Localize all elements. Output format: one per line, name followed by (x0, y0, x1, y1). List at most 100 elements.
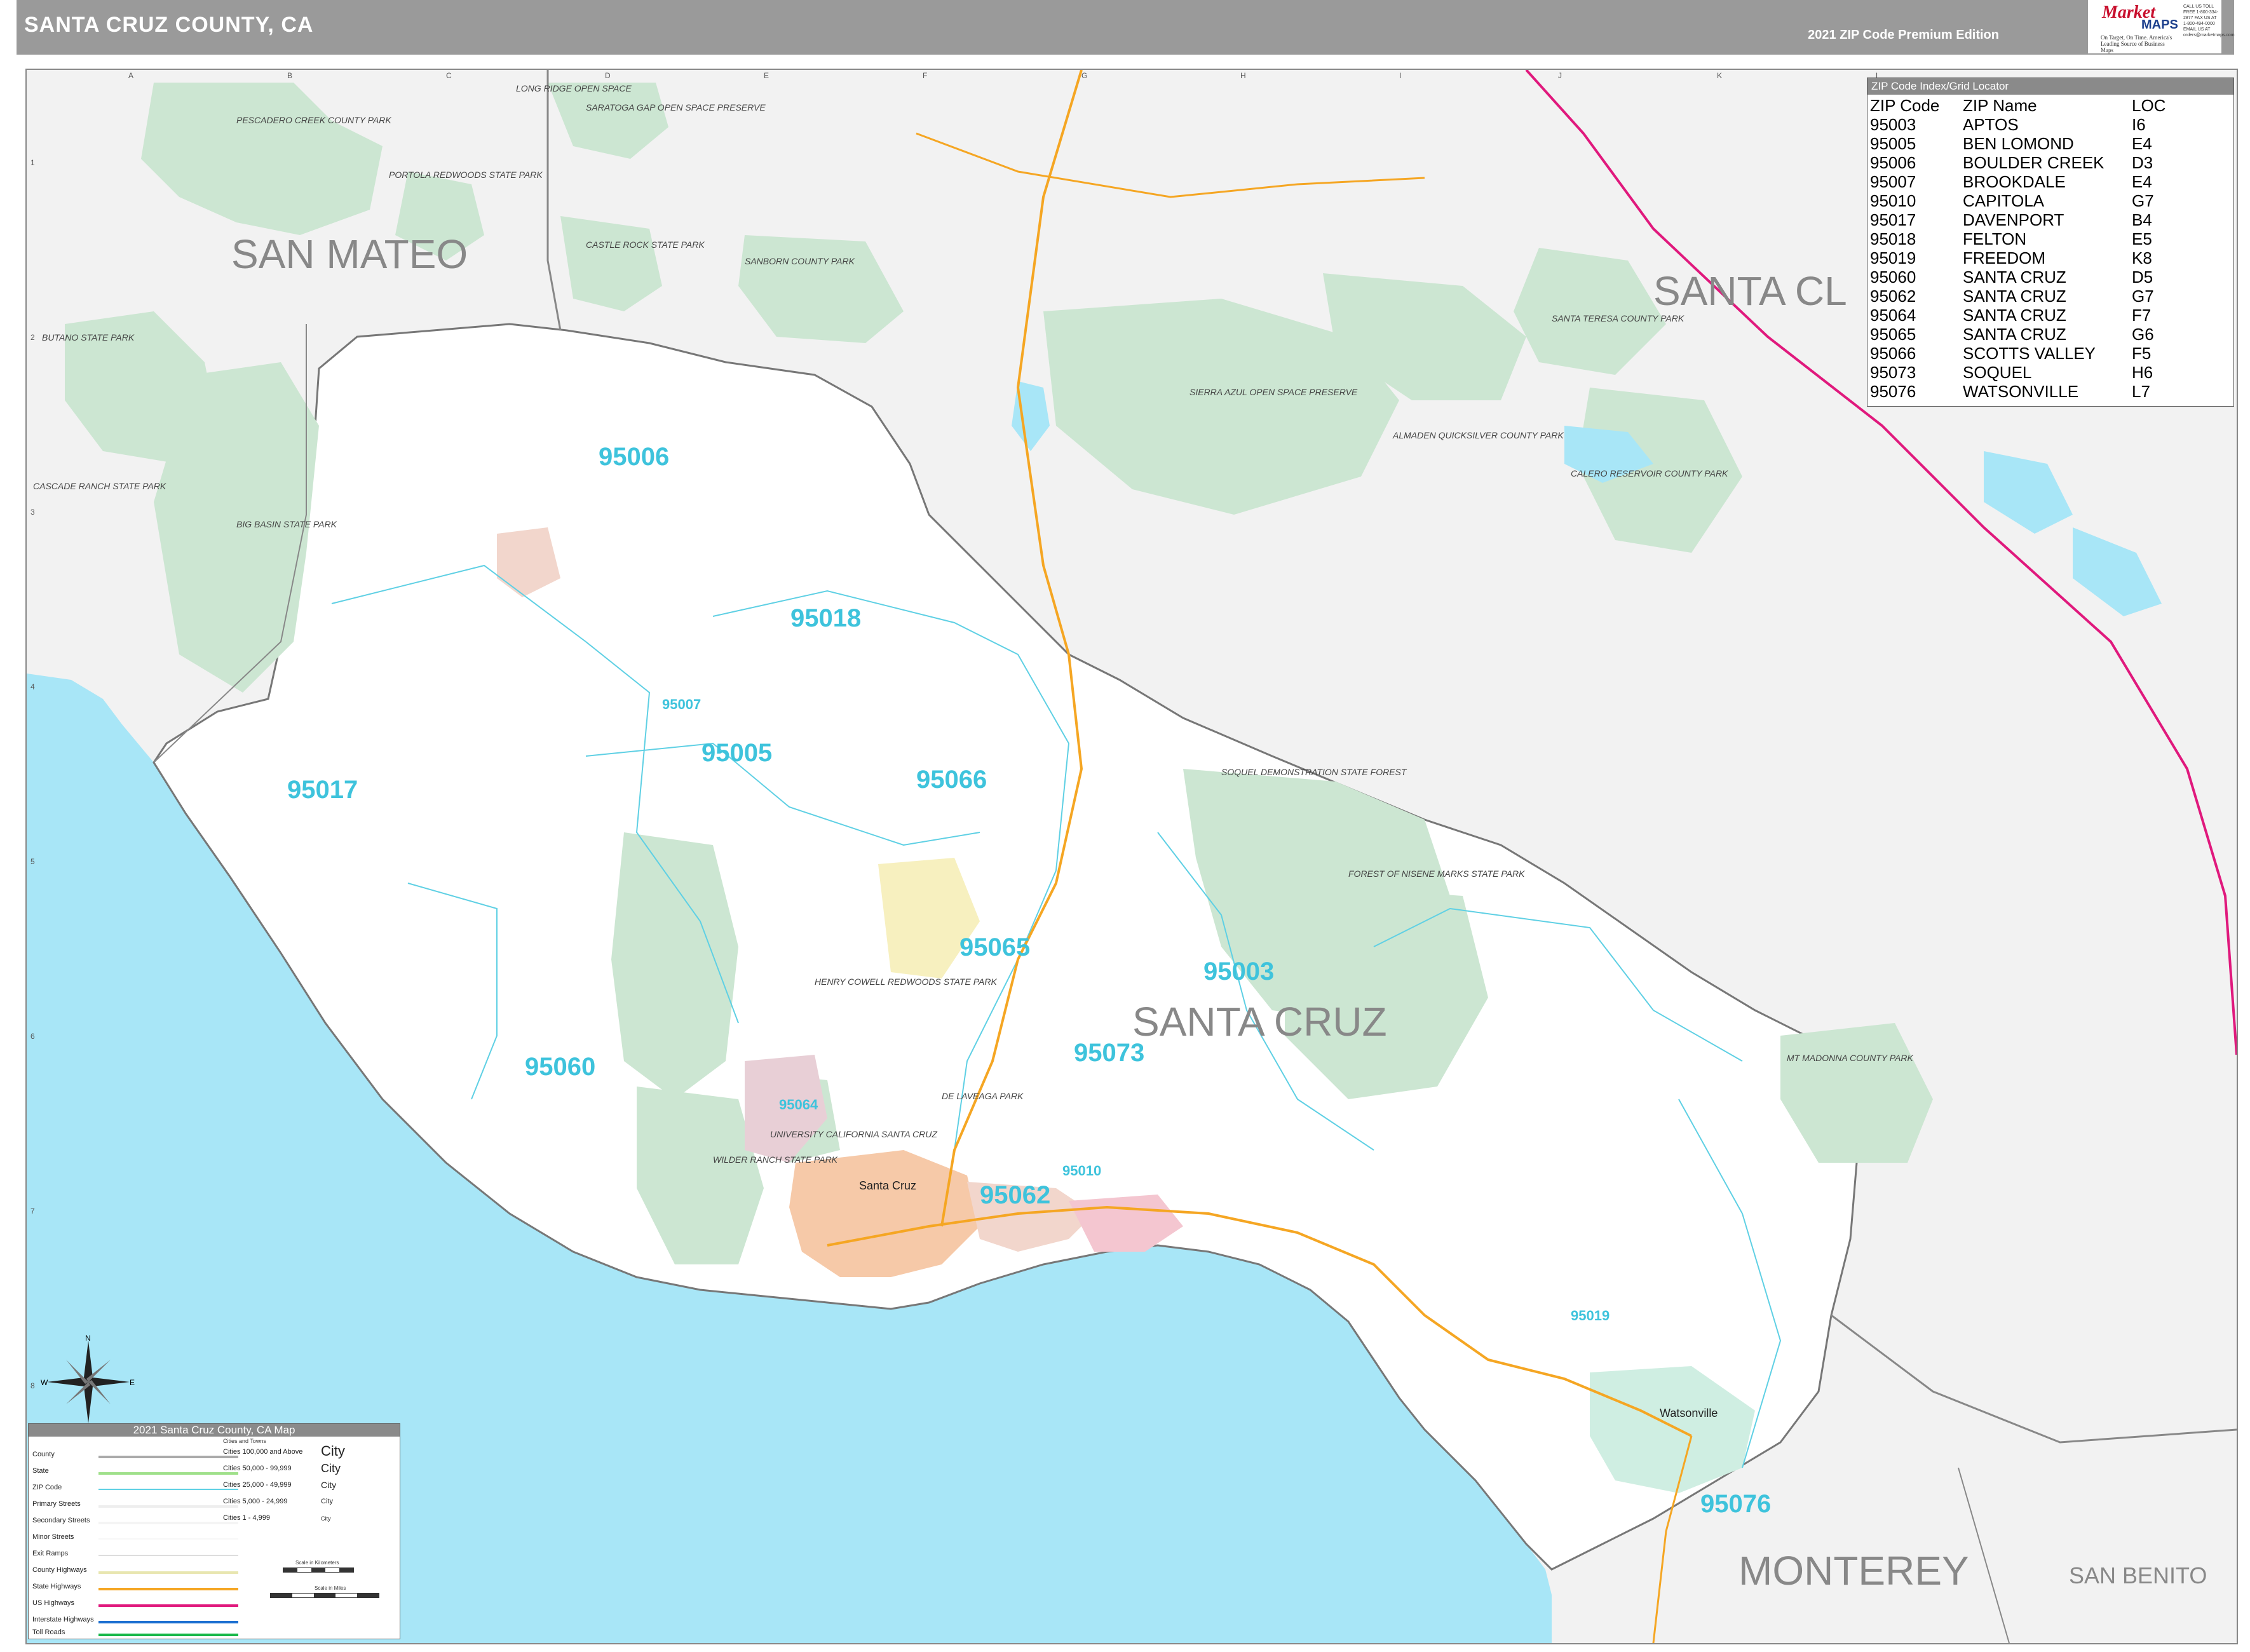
logo-contact: CALL US TOLL FREE 1-800-334-2877 FAX US … (2183, 4, 2235, 37)
legend-swatch-state (98, 1472, 238, 1475)
zip-index-table: ZIP Code ZIP Name LOC 95003 APTOS I6 95005 B… (1870, 96, 2183, 401)
scale-km-label: Scale in Kilometers (295, 1560, 339, 1566)
zip-label-95003[interactable]: 95003 (1203, 958, 1274, 985)
zip-loc-cell: D5 (2132, 267, 2153, 287)
park-label-nisene-marks: FOREST OF NISENE MARKS STATE PARK (1348, 869, 1525, 879)
city-label-watsonville[interactable]: Watsonville (1660, 1407, 1718, 1419)
zip-index-row: 95064 SANTA CRUZ F7 (1870, 306, 2183, 325)
zip-name-cell: SANTA CRUZ (1963, 325, 2066, 344)
park-label-henry-cowell: HENRY COWELL REDWOODS STATE PARK (815, 977, 997, 987)
zip-label-95017[interactable]: 95017 (287, 776, 358, 804)
grid-col-d: D (605, 71, 611, 80)
park-label-saratoga-gap: SARATOGA GAP OPEN SPACE PRESERVE (586, 102, 766, 112)
zip-loc-cell: G7 (2132, 191, 2154, 210)
zip-index-row: 95065 SANTA CRUZ G6 (1870, 325, 2183, 344)
park-label-sierra-azul: SIERRA AZUL OPEN SPACE PRESERVE (1189, 387, 1358, 397)
park-label-calero: CALERO RESERVOIR COUNTY PARK (1571, 468, 1728, 478)
map-title: SANTA CRUZ COUNTY, CA (24, 13, 314, 37)
grid-col-j: J (1558, 71, 1562, 80)
zip-label-95066[interactable]: 95066 (916, 766, 987, 794)
park-label-cascade: CASCADE RANCH STATE PARK (33, 481, 166, 491)
svg-text:E: E (130, 1378, 135, 1387)
zip-label-95019[interactable]: 95019 (1571, 1308, 1610, 1324)
park-label-soquel-forest: SOQUEL DEMONSTRATION STATE FOREST (1221, 767, 1407, 777)
zip-loc-cell: F7 (2132, 306, 2152, 325)
zip-label-95007[interactable]: 95007 (662, 696, 701, 712)
zip-index-row: 95007 BROOKDALE E4 (1870, 172, 2183, 191)
park-label-sanborn: SANBORN COUNTY PARK (745, 256, 855, 266)
legend-swatch-zip (98, 1489, 238, 1490)
park-label-big-basin: BIG BASIN STATE PARK (236, 519, 337, 529)
zip-loc-cell: E4 (2132, 172, 2152, 191)
zip-index-row: 95076 WATSONVILLE L7 (1870, 382, 2183, 401)
map-legend: 2021 Santa Cruz County, CA Map County St… (28, 1423, 400, 1639)
legend-city-size-4: Cities 5,000 - 24,999 (223, 1498, 288, 1505)
legend-item-state: State (32, 1467, 49, 1475)
zip-code-cell: 95073 (1870, 363, 1916, 382)
legend-cities-header: Cities and Towns (223, 1438, 266, 1444)
zip-loc-cell: H6 (2132, 363, 2153, 382)
zip-code-cell: 95003 (1870, 115, 1916, 134)
zip-label-95010[interactable]: 95010 (1062, 1163, 1101, 1179)
zip-index-row: 95066 SCOTTS VALLEY F5 (1870, 344, 2183, 363)
zip-loc-cell: K8 (2132, 248, 2152, 267)
grid-row-7: 7 (30, 1207, 35, 1215)
zip-label-95062[interactable]: 95062 (980, 1181, 1050, 1209)
legend-item-state-hwy: State Highways (32, 1583, 81, 1590)
zip-label-95076[interactable]: 95076 (1700, 1490, 1771, 1518)
zip-label-95060[interactable]: 95060 (525, 1053, 595, 1081)
zip-index-row: 95018 FELTON E5 (1870, 229, 2183, 248)
scale-mi-bar (270, 1593, 379, 1598)
park-label-castle-rock: CASTLE ROCK STATE PARK (586, 240, 705, 250)
park-label-almaden: ALMADEN QUICKSILVER COUNTY PARK (1392, 430, 1564, 440)
county-label-san-mateo: SAN MATEO (231, 231, 468, 277)
zip-code-cell: 95060 (1870, 267, 1916, 287)
grid-col-g: G (1081, 71, 1087, 80)
legend-swatch-us-hwy (98, 1604, 238, 1607)
compass-rose: N S E W (41, 1334, 136, 1432)
grid-col-b: B (287, 71, 292, 80)
zip-index-row: 95003 APTOS I6 (1870, 115, 2183, 134)
grid-row-5: 5 (30, 857, 35, 866)
legend-swatch-interstate (98, 1621, 238, 1623)
zip-code-cell: 95062 (1870, 287, 1916, 306)
compass-icon: N S E W (41, 1334, 135, 1432)
zip-name-cell: FREEDOM (1963, 248, 2045, 267)
zip-label-95018[interactable]: 95018 (790, 604, 861, 632)
zip-label-95065[interactable]: 95065 (959, 933, 1030, 961)
zip-label-95005[interactable]: 95005 (701, 739, 772, 767)
zip-code-cell: 95018 (1870, 229, 1916, 248)
grid-col-h: H (1240, 71, 1246, 80)
zip-loc-cell: B4 (2132, 210, 2152, 229)
county-label-monterey: MONTEREY (1738, 1548, 1969, 1594)
grid-row-6: 6 (30, 1032, 35, 1041)
svg-text:N: N (85, 1334, 91, 1343)
legend-item-toll: Toll Roads (32, 1628, 65, 1636)
zip-loc-cell: E5 (2132, 229, 2152, 248)
svg-text:W: W (41, 1378, 48, 1387)
zip-index-row: 95073 SOQUEL H6 (1870, 363, 2183, 382)
zip-label-95006[interactable]: 95006 (599, 443, 669, 471)
zip-code-cell: 95066 (1870, 344, 1916, 363)
zip-index-row: 95017 DAVENPORT B4 (1870, 210, 2183, 229)
zip-index-title: ZIP Code Index/Grid Locator (1867, 78, 2233, 95)
legend-city-size-1: Cities 100,000 and Above (223, 1448, 303, 1456)
park-label-pescadero: PESCADERO CREEK COUNTY PARK (236, 115, 391, 125)
header-bar: SANTA CRUZ COUNTY, CA 2021 ZIP Code Prem… (17, 0, 2235, 55)
zip-code-index: ZIP Code Index/Grid Locator ZIP Code ZIP… (1867, 78, 2234, 407)
county-label-santa-clara: SANTA CL (1653, 268, 1847, 314)
zip-loc-cell: I6 (2132, 115, 2146, 134)
zip-loc-cell: G6 (2132, 325, 2154, 344)
park-label-long-ridge: LONG RIDGE OPEN SPACE (516, 83, 632, 93)
zip-index-row: 95062 SANTA CRUZ G7 (1870, 287, 2183, 306)
grid-col-k: K (1717, 71, 1722, 80)
grid-col-a: A (128, 71, 133, 80)
legend-item-zip: ZIP Code (32, 1484, 62, 1491)
city-label-santa-cruz[interactable]: Santa Cruz (859, 1179, 916, 1192)
zip-label-95073[interactable]: 95073 (1074, 1039, 1144, 1067)
legend-city-size-5: Cities 1 - 4,999 (223, 1514, 270, 1522)
zip-code-cell: 95010 (1870, 191, 1916, 210)
zip-index-row: 95019 FREEDOM K8 (1870, 248, 2183, 267)
zip-name-cell: SCOTTS VALLEY (1963, 344, 2096, 363)
zip-label-95064[interactable]: 95064 (779, 1097, 818, 1113)
